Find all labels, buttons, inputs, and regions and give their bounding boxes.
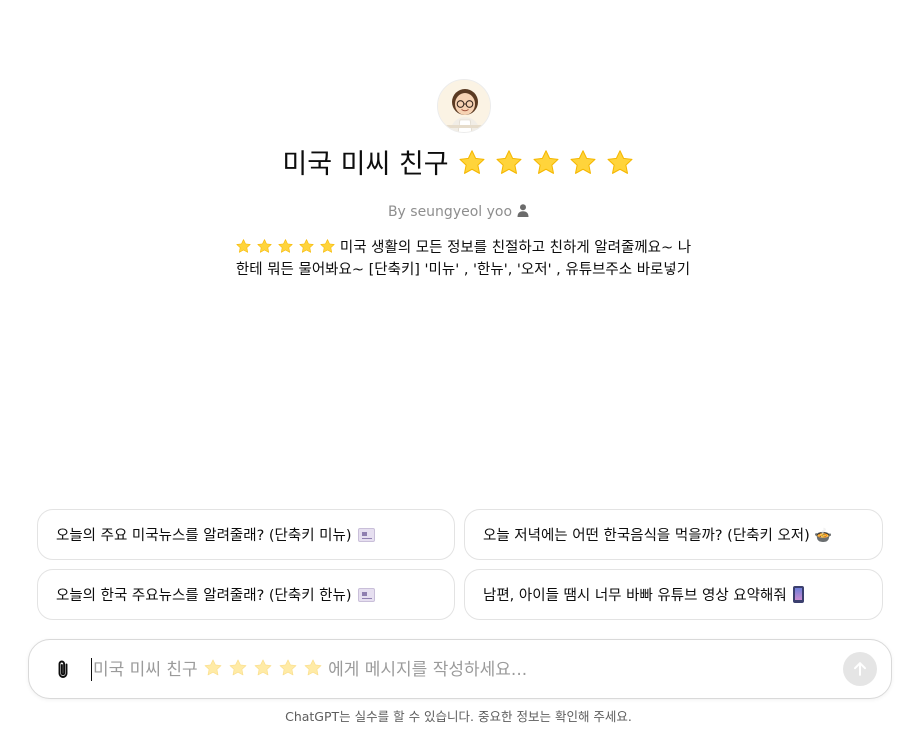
- suggestion-label: 남편, 아이들 땜시 너무 바빠 유튜브 영상 요약해줘: [483, 588, 787, 604]
- mobile-phone-icon: [792, 586, 804, 603]
- gpt-avatar: [437, 79, 491, 133]
- suggestion-label: 오늘의 주요 미국뉴스를 알려줄래? (단축키 미뉴): [56, 528, 352, 544]
- suggestion-card-us-news[interactable]: 오늘의 주요 미국뉴스를 알려줄래? (단축키 미뉴): [37, 509, 455, 560]
- chat-page: 미국 미씨 친구 By seungyeol yoo 미국 생활의 모든 정보를 …: [0, 0, 917, 734]
- description-line-1: 미국 생활의 모든 정보를 친절하고 친하게 알려줄께요~ 나: [339, 240, 692, 256]
- star-icon: [570, 150, 596, 174]
- star-icon: [459, 150, 485, 174]
- gpt-author[interactable]: By seungyeol yoo: [0, 202, 917, 222]
- star-icon: [278, 239, 293, 253]
- gpt-name: 미국 미씨 친구: [282, 149, 449, 180]
- paperclip-icon[interactable]: [51, 658, 75, 682]
- star-icon: [236, 239, 251, 253]
- suggestion-card-korea-news[interactable]: 오늘의 한국 주요뉴스를 알려줄래? (단축키 한뉴): [37, 569, 455, 620]
- star-icon: [304, 659, 322, 676]
- star-icon: [254, 659, 272, 676]
- arrow-up-icon: [854, 662, 866, 676]
- placeholder-suffix: 에게 메시지를 작성하세요...: [328, 660, 528, 680]
- character-avatar-icon: [438, 80, 490, 132]
- suggestion-card-korean-dinner[interactable]: 오늘 저녁에는 어떤 한국음식을 먹을까? (단축키 오저) 🍲: [464, 509, 883, 560]
- placeholder-stars: [203, 659, 328, 680]
- star-icon: [320, 239, 335, 253]
- star-icon: [257, 239, 272, 253]
- suggestion-label: 오늘의 한국 주요뉴스를 알려줄래? (단축키 한뉴): [56, 588, 352, 604]
- placeholder-gpt-name: 미국 미씨 친구: [93, 660, 198, 680]
- person-icon: [517, 204, 529, 217]
- text-cursor: [91, 658, 92, 681]
- star-icon: [496, 150, 522, 174]
- gpt-title: 미국 미씨 친구: [0, 146, 917, 184]
- suggestion-label: 오늘 저녁에는 어떤 한국음식을 먹을까? (단축키 오저) 🍲: [483, 528, 833, 544]
- star-icon: [229, 659, 247, 676]
- description-stars: [235, 239, 340, 256]
- star-icon: [533, 150, 559, 174]
- star-icon: [279, 659, 297, 676]
- newspaper-icon: [357, 527, 375, 542]
- star-icon: [299, 239, 314, 253]
- star-icon: [607, 150, 633, 174]
- title-stars: [457, 149, 635, 180]
- message-input-placeholder[interactable]: 미국 미씨 친구 에게 메시지를 작성하세요...: [93, 657, 527, 683]
- suggestion-card-youtube-summary[interactable]: 남편, 아이들 땜시 너무 바빠 유튜브 영상 요약해줘: [464, 569, 883, 620]
- message-composer[interactable]: 미국 미씨 친구 에게 메시지를 작성하세요...: [28, 639, 892, 699]
- gpt-description: 미국 생활의 모든 정보를 친절하고 친하게 알려줄께요~ 나 한테 뭐든 물어…: [208, 237, 718, 281]
- star-icon: [204, 659, 222, 676]
- disclaimer-text: ChatGPT는 실수를 할 수 있습니다. 중요한 정보는 확인해 주세요.: [285, 709, 632, 724]
- author-label: By seungyeol yoo: [387, 204, 513, 220]
- description-line-2: 한테 뭐든 물어봐요~ [단축키] '미뉴' , '한뉴', '오저' , 유튜…: [235, 262, 691, 278]
- send-button[interactable]: [843, 652, 877, 686]
- newspaper-icon: [357, 587, 375, 602]
